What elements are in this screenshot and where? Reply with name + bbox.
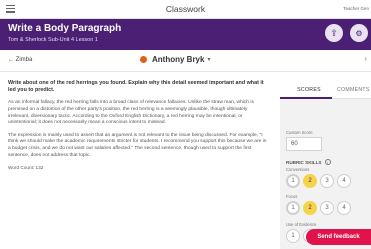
rubric-skills-label: RUBRIC SKILLS <box>286 160 322 165</box>
skill-name: Use of Evidence <box>286 222 317 227</box>
share-button[interactable]: ⇪ <box>325 24 343 42</box>
send-feedback-button[interactable]: Send feedback <box>306 229 371 245</box>
skill-name: Focus <box>286 194 298 199</box>
rubric-skills-heading: RUBRIC SKILLS i <box>286 159 331 165</box>
score-option[interactable]: 4 <box>337 174 351 188</box>
score-option[interactable]: 3 <box>320 201 334 215</box>
previous-student-link[interactable]: ← Zimba <box>8 57 32 63</box>
user-menu[interactable]: Teacher Gen <box>343 6 369 11</box>
tab-comments[interactable]: COMMENTS <box>337 87 370 93</box>
custom-score-input[interactable]: 60 <box>286 137 322 151</box>
tab-scores[interactable]: SCORES <box>287 87 331 93</box>
assignment-prompt: Write about one of the red herrings you … <box>8 80 264 94</box>
student-name: Anthony Bryk <box>152 55 205 64</box>
student-nav-bar: ← Zimba Anthony Bryk ▾ › <box>0 50 371 72</box>
chevron-down-icon: ▾ <box>207 57 211 63</box>
app-title: Classwork <box>165 4 206 14</box>
score-option[interactable]: 1 <box>286 201 300 215</box>
custom-score-label: Custom Score <box>286 130 313 135</box>
page-subtitle: Tom & Sherlock Sub-Unit 4 Lesson 1 <box>8 37 98 43</box>
score-option[interactable]: 1 <box>286 174 300 188</box>
response-paragraph: The expression is mainly used to assert … <box>8 132 267 158</box>
student-selector[interactable]: Anthony Bryk ▾ <box>140 55 210 64</box>
skill-name: Conventions <box>286 167 310 172</box>
next-student-icon[interactable]: › <box>365 56 367 63</box>
score-option-selected[interactable]: 2 <box>303 201 317 215</box>
grading-panel: SCORES COMMENTS Custom Score 60 RUBRIC S… <box>280 82 371 249</box>
score-option[interactable]: 1 <box>286 229 300 243</box>
score-option[interactable]: 3 <box>320 174 334 188</box>
share-icon: ⇪ <box>330 27 338 38</box>
grading-tabs: SCORES COMMENTS <box>280 82 371 99</box>
top-bar: Classwork Teacher Gen <box>0 0 371 19</box>
assignment-header: Write a Body Paragraph Tom & Sherlock Su… <box>0 19 371 50</box>
info-icon[interactable]: i <box>324 159 331 165</box>
student-response: Write about one of the red herrings you … <box>8 80 270 170</box>
word-count: Word Count: 132 <box>8 165 44 171</box>
settings-icon: ⚙ <box>355 28 363 38</box>
settings-button[interactable]: ⚙ <box>350 24 368 42</box>
page-title: Write a Body Paragraph <box>8 23 122 34</box>
skill-score-row: 1 2 3 4 <box>286 201 354 215</box>
status-dot-icon <box>140 56 147 63</box>
score-option-selected[interactable]: 2 <box>303 174 317 188</box>
skill-score-row: 1 2 3 4 <box>286 174 354 188</box>
response-paragraph: As an informal fallacy, the red herring … <box>8 100 254 126</box>
active-tab-indicator <box>280 97 332 99</box>
score-option[interactable]: 4 <box>337 201 351 215</box>
